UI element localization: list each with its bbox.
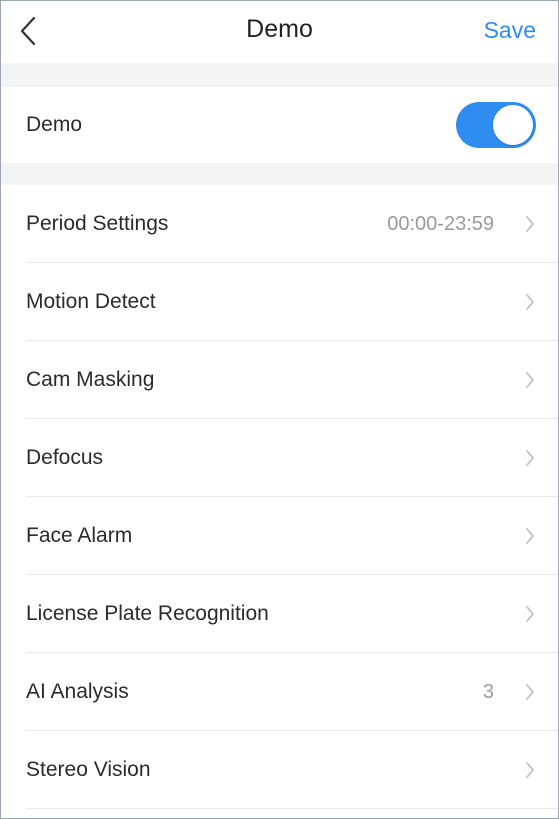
chevron-right-icon [524, 214, 536, 234]
chevron-right-icon [524, 292, 536, 312]
list-item-label: AI Analysis [26, 680, 129, 703]
list-item-label: Stereo Vision [26, 758, 151, 781]
list-item-face-alarm[interactable]: Face Alarm [1, 497, 558, 575]
chevron-right-icon [524, 448, 536, 468]
list-item-ai-analysis[interactable]: AI Analysis 3 [1, 653, 558, 731]
list-item-label: Cam Masking [26, 368, 155, 391]
page-title: Demo [246, 15, 313, 43]
chevron-right-icon [524, 760, 536, 780]
list-item-value: 00:00-23:59 [387, 212, 494, 235]
demo-toggle-row: Demo [1, 87, 558, 163]
save-button[interactable]: Save [484, 17, 536, 44]
section-gap [1, 163, 558, 185]
demo-toggle-switch[interactable] [456, 102, 536, 148]
list-item-motion-detect[interactable]: Motion Detect [1, 263, 558, 341]
settings-list: Period Settings 00:00-23:59 Motion Detec… [1, 185, 558, 809]
screen: Demo Save Demo Period Settings 00:00-23:… [0, 0, 559, 819]
list-item-defocus[interactable]: Defocus [1, 419, 558, 497]
toggle-knob [493, 105, 533, 145]
list-item-value: 3 [482, 680, 494, 703]
demo-toggle-label: Demo [26, 113, 83, 136]
nav-bar: Demo Save [1, 1, 558, 63]
chevron-right-icon [524, 604, 536, 624]
list-item-stereo-vision[interactable]: Stereo Vision [1, 731, 558, 809]
back-button[interactable] [13, 14, 43, 48]
list-item-label: License Plate Recognition [26, 602, 269, 625]
chevron-right-icon [524, 526, 536, 546]
list-item-label: Defocus [26, 446, 104, 469]
section-gap [1, 63, 558, 87]
list-item-period-settings[interactable]: Period Settings 00:00-23:59 [1, 185, 558, 263]
list-item-cam-masking[interactable]: Cam Masking [1, 341, 558, 419]
list-item-label: Face Alarm [26, 524, 133, 547]
chevron-right-icon [524, 682, 536, 702]
chevron-right-icon [524, 370, 536, 390]
chevron-left-icon [20, 16, 36, 46]
list-item-label: Motion Detect [26, 290, 156, 313]
list-item-license-plate-recognition[interactable]: License Plate Recognition [1, 575, 558, 653]
list-item-label: Period Settings [26, 212, 169, 235]
